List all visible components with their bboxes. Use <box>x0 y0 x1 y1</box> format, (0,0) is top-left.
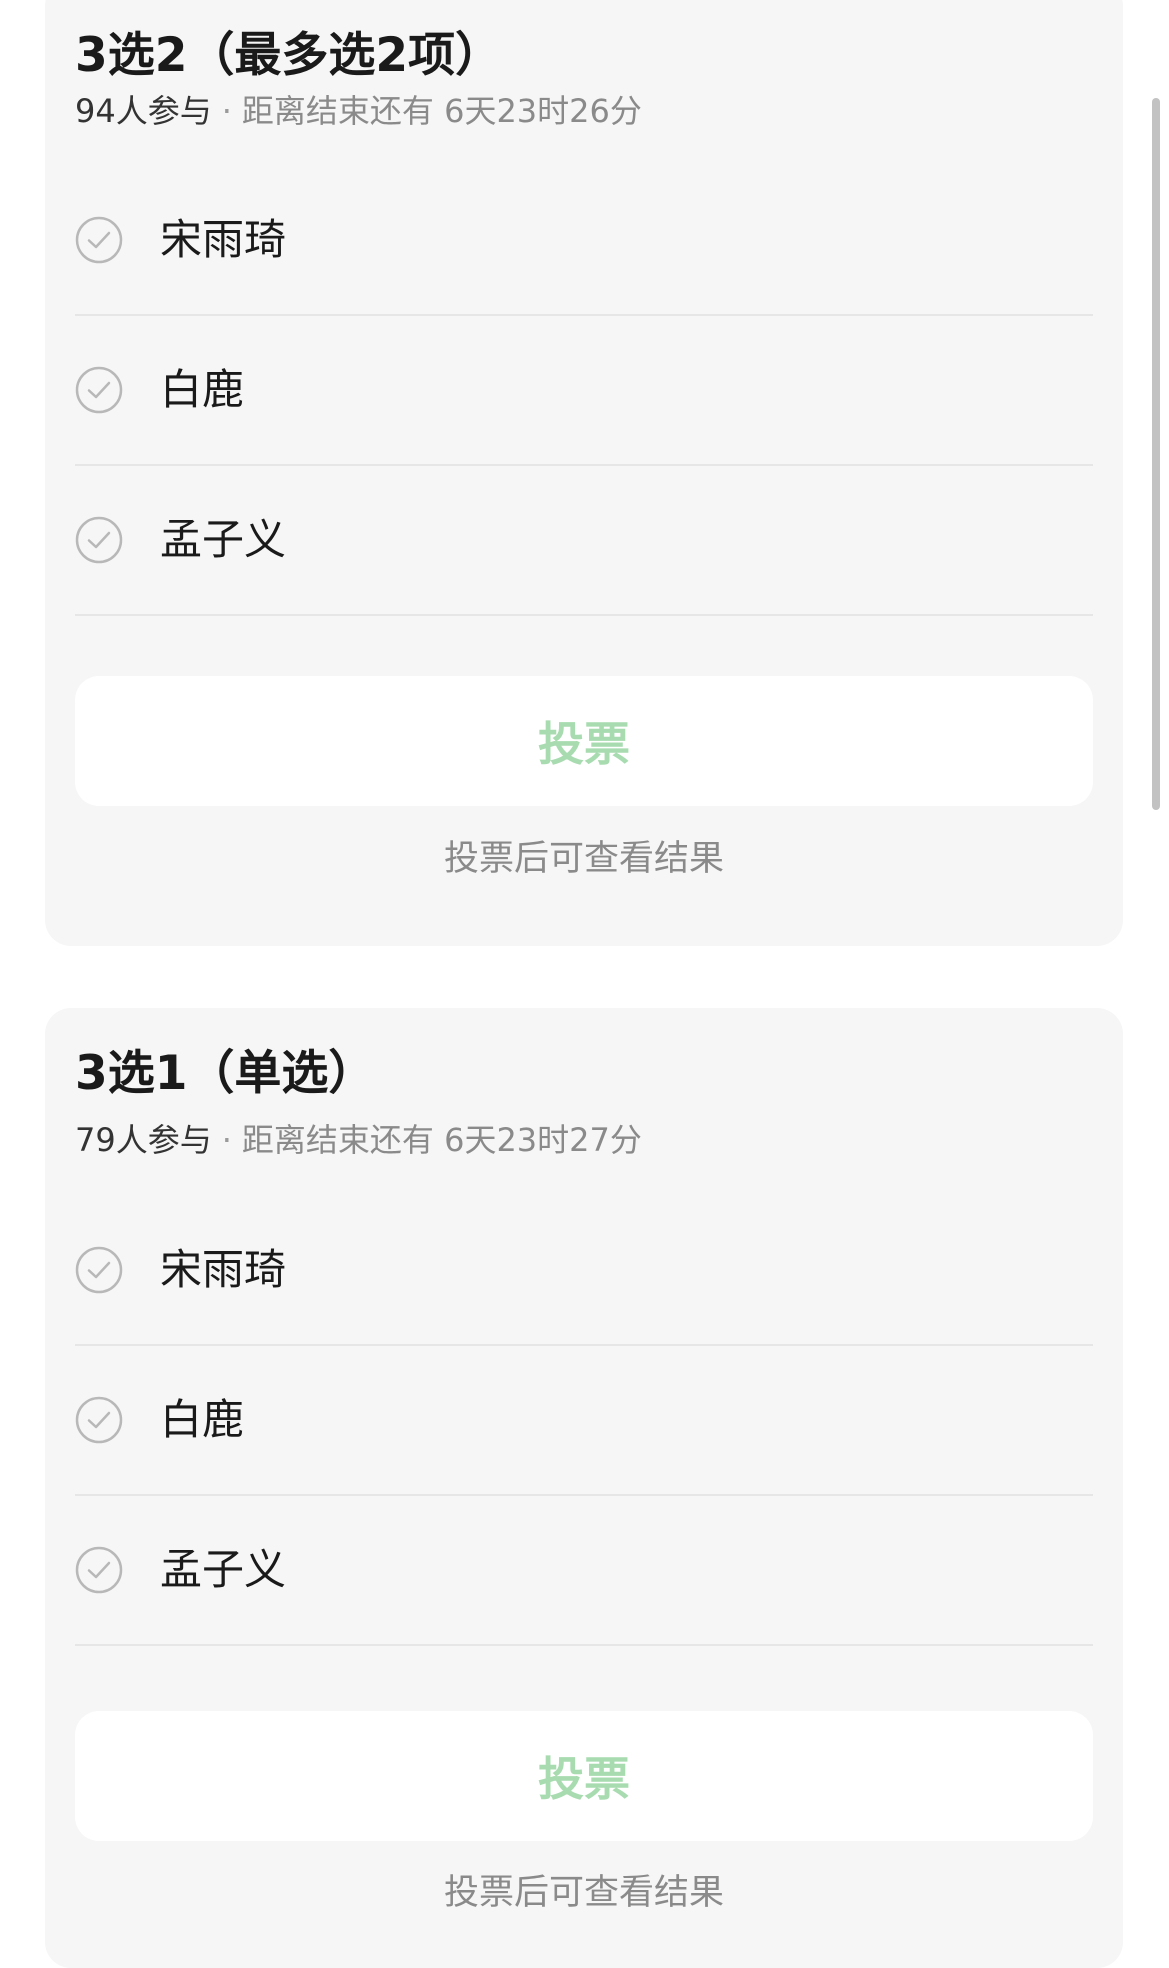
poll-option[interactable]: 白鹿 <box>75 1346 1093 1496</box>
check-circle-icon <box>75 516 123 564</box>
poll-option[interactable]: 孟子义 <box>75 466 1093 616</box>
scrollbar-thumb[interactable] <box>1152 98 1160 810</box>
poll-meta: 79人参与 · 距离结束还有 6天23时27分 <box>75 1124 642 1156</box>
check-circle-icon <box>75 1546 123 1594</box>
vote-button[interactable]: 投票 <box>75 1711 1093 1841</box>
poll-option-label: 白鹿 <box>160 365 245 414</box>
poll-card: 3选1（单选） 79人参与 · 距离结束还有 6天23时27分 宋雨琦 白鹿 孟子义… <box>45 1008 1123 1968</box>
result-hint: 投票后可查看结果 <box>443 1873 724 1913</box>
poll-option[interactable]: 白鹿 <box>75 316 1093 466</box>
poll-option-label: 孟子义 <box>160 515 287 564</box>
poll-title: 3选1（单选） <box>75 1046 376 1101</box>
poll-meta: 94人参与 · 距离结束还有 6天23时26分 <box>75 95 642 127</box>
poll-option-label: 白鹿 <box>160 1395 245 1444</box>
deadline-text: 距离结束还有 6天23时26分 <box>241 92 642 130</box>
participant-count: 94人参与 <box>75 92 212 130</box>
result-hint: 投票后可查看结果 <box>443 839 724 879</box>
poll-option[interactable]: 孟子义 <box>75 1496 1093 1646</box>
check-circle-icon <box>75 366 123 414</box>
check-circle-icon <box>75 1246 123 1294</box>
poll-option-label: 孟子义 <box>160 1545 287 1594</box>
poll-option-label: 宋雨琦 <box>160 1245 287 1294</box>
participant-count: 79人参与 <box>75 1121 212 1159</box>
vote-button[interactable]: 投票 <box>75 676 1093 806</box>
poll-option[interactable]: 宋雨琦 <box>75 1196 1093 1346</box>
poll-title: 3选2（最多选2项） <box>75 28 503 83</box>
poll-option-label: 宋雨琦 <box>160 215 287 264</box>
poll-card: 3选2（最多选2项） 94人参与 · 距离结束还有 6天23时26分 宋雨琦 白鹿 … <box>45 0 1123 946</box>
check-circle-icon <box>75 216 123 264</box>
meta-separator: · <box>221 1121 232 1159</box>
check-circle-icon <box>75 1396 123 1444</box>
deadline-text: 距离结束还有 6天23时27分 <box>241 1121 642 1159</box>
poll-option[interactable]: 宋雨琦 <box>75 166 1093 316</box>
meta-separator: · <box>221 92 232 130</box>
